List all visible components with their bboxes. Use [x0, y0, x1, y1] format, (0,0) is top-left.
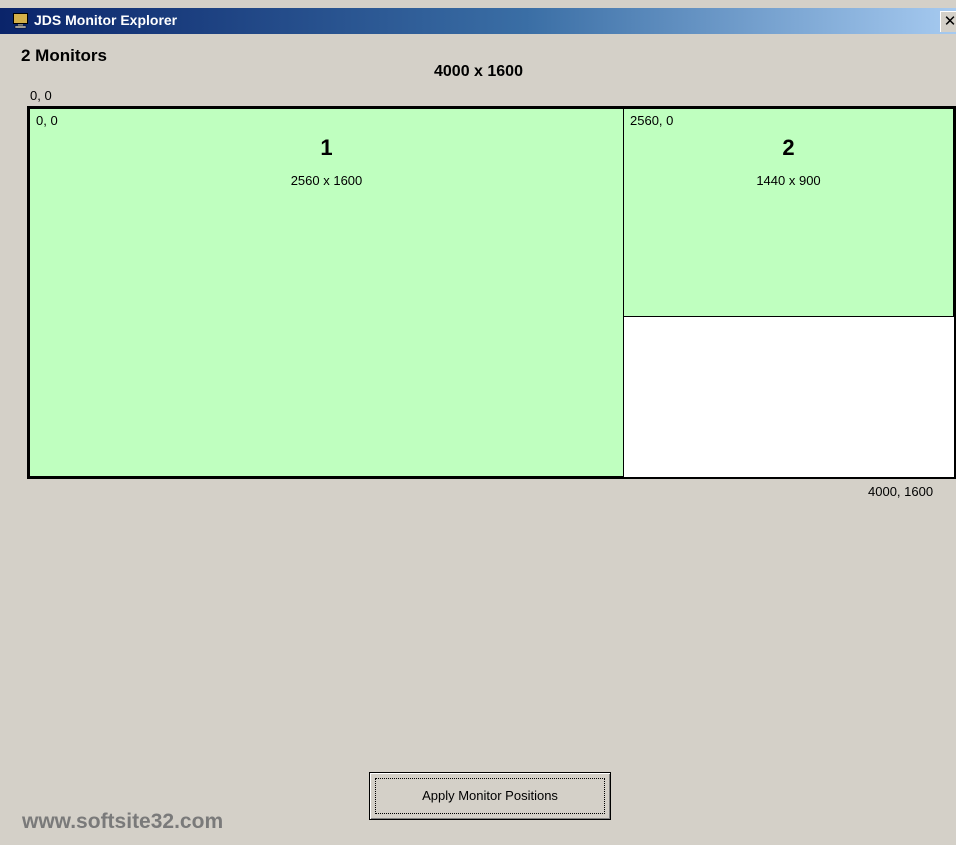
apply-button-label: Apply Monitor Positions: [422, 788, 558, 803]
monitor-1-tile[interactable]: 0, 0 1 2560 x 1600: [29, 108, 624, 477]
total-resolution-label: 4000 x 1600: [434, 63, 523, 80]
monitor-position: 0, 0: [36, 113, 58, 128]
desktop-layout-area: 0, 0 1 2560 x 1600 2560, 0 2 1440 x 900: [27, 106, 956, 479]
window-title: JDS Monitor Explorer: [34, 12, 178, 28]
title-bar[interactable]: JDS Monitor Explorer ✕: [0, 8, 956, 34]
monitor-number: 1: [320, 135, 333, 160]
monitor-2-tile[interactable]: 2560, 0 2 1440 x 900: [623, 108, 954, 317]
desktop-end-coordinate-label: 4000, 1600: [868, 484, 934, 499]
monitor-icon: [13, 13, 28, 29]
monitor-count-label: 2 Monitors: [21, 46, 107, 65]
monitor-resolution: 1440 x 900: [756, 173, 821, 188]
watermark: www.softsite32.com: [22, 810, 224, 833]
monitor-number: 2: [782, 135, 795, 160]
apply-monitor-positions-button[interactable]: Apply Monitor Positions: [369, 772, 611, 820]
close-icon[interactable]: ✕: [940, 11, 956, 32]
monitor-position: 2560, 0: [630, 113, 674, 128]
desktop-origin-label: 0, 0: [30, 88, 52, 103]
monitor-resolution: 2560 x 1600: [290, 173, 363, 188]
